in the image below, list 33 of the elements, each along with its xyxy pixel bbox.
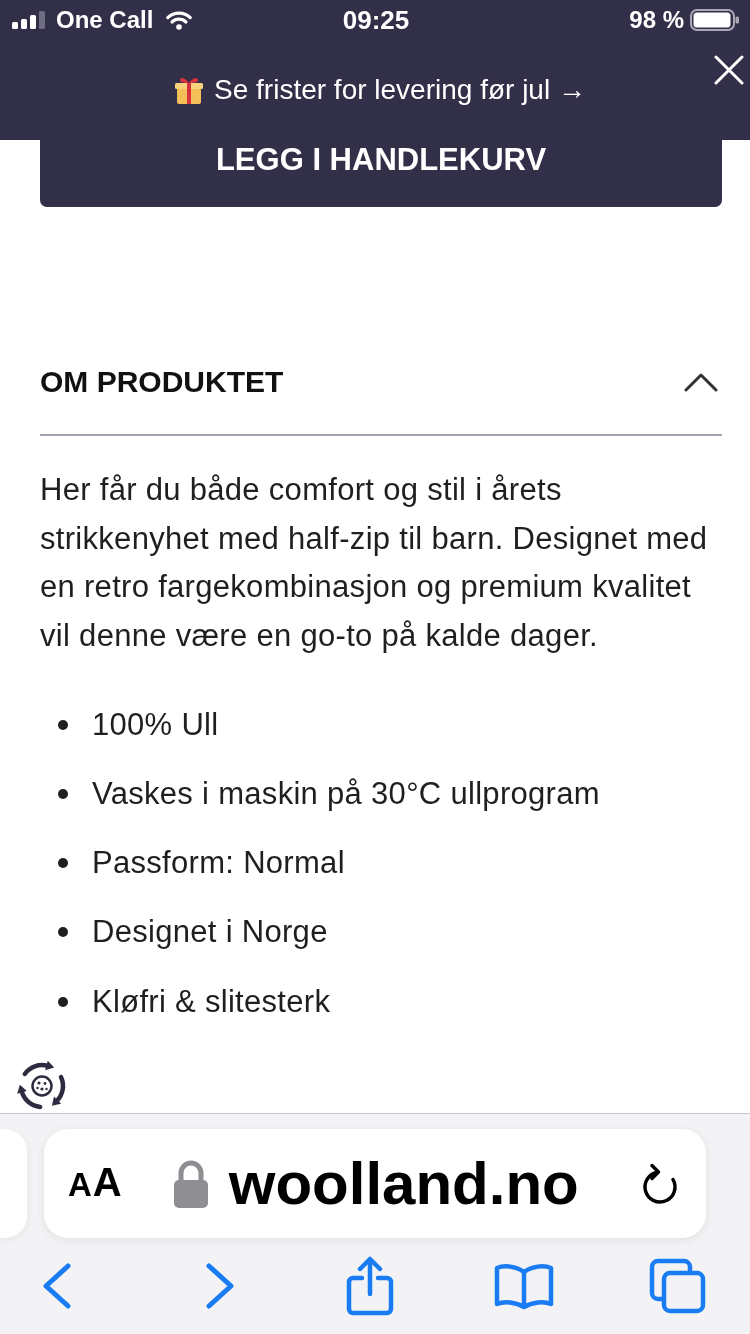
feature-text: Vaskes i maskin på 30°C ullprogram — [92, 774, 600, 813]
signal-icon — [12, 11, 46, 29]
bullet-icon — [58, 719, 68, 730]
forward-icon[interactable] — [205, 1263, 235, 1309]
back-icon[interactable] — [42, 1263, 72, 1309]
address-bar[interactable]: AA woolland.no — [44, 1129, 706, 1238]
carrier-name: One Call — [56, 6, 154, 34]
status-time: 09:25 — [342, 5, 410, 35]
bookmarks-icon[interactable] — [494, 1262, 554, 1310]
section-heading[interactable]: OM PRODUKTET — [40, 364, 284, 400]
bullet-icon — [58, 858, 68, 869]
feature-text: Passform: Normal — [92, 844, 345, 883]
delivery-deadline-link[interactable]: Se frister for levering før jul → — [214, 73, 586, 107]
add-to-cart-button[interactable]: LEGG I HANDLEKURV — [40, 140, 722, 207]
wifi-icon — [166, 10, 193, 30]
reload-icon[interactable] — [640, 1161, 680, 1206]
battery-icon — [690, 9, 740, 31]
bullet-icon — [58, 996, 68, 1007]
lock-icon — [172, 1158, 209, 1209]
bullet-icon — [58, 788, 68, 799]
feature-text: 100% Ull — [92, 705, 219, 744]
close-icon[interactable] — [714, 55, 744, 85]
bullet-icon — [58, 927, 68, 938]
chevron-up-icon[interactable] — [684, 372, 718, 392]
text-size-button[interactable]: AA — [68, 1160, 123, 1207]
feature-text: Kløfri & slitesterk — [92, 982, 331, 1021]
share-icon[interactable] — [346, 1256, 394, 1316]
feature-text: Designet i Norge — [92, 913, 328, 952]
url-text: woolland.no — [228, 1150, 579, 1217]
gift-icon — [174, 75, 205, 105]
battery-percentage: 98 % — [629, 6, 684, 34]
product-description: Her får du både comfort og stil i årets strikkenyhet med half-zip til barn. Designet med en retro fargekombinasjon og premium kvalitet vil denne være en go-to på kalde dager. — [40, 471, 709, 655]
tabs-icon[interactable] — [649, 1258, 706, 1314]
